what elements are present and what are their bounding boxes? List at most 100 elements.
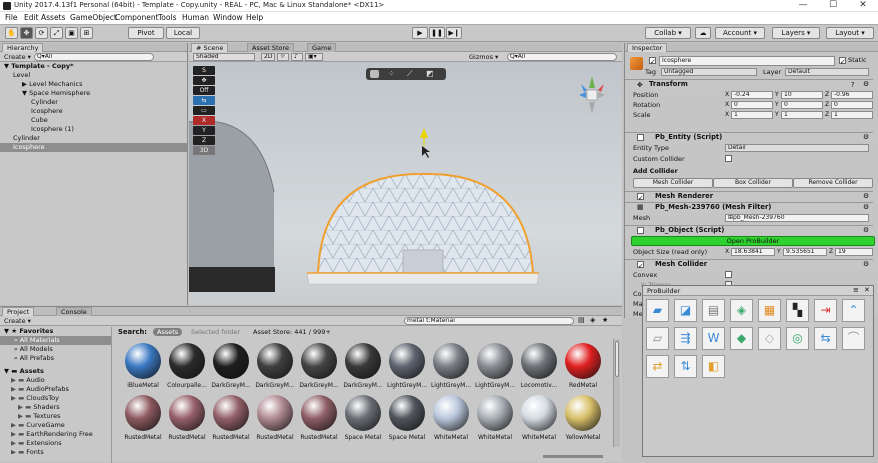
transform-z-input[interactable]: 1 (831, 111, 873, 119)
search-scope-assets[interactable]: Assets (153, 328, 183, 336)
material-thumbnail[interactable] (257, 343, 293, 379)
open-probuilder-button[interactable]: Open ProBuilder (631, 236, 875, 246)
pb-object-enable-checkbox[interactable] (637, 227, 644, 234)
menu-window[interactable]: Window (213, 13, 243, 22)
pb-object-component-header[interactable]: Pb_Object (Script) ⚙ (625, 225, 873, 235)
menu-gameobject[interactable]: GameObject (70, 13, 117, 22)
hierarchy-item[interactable]: Icosphere (0, 107, 187, 116)
material-thumbnail[interactable] (345, 395, 381, 431)
vertex-colors-icon[interactable]: ▦ (758, 299, 781, 322)
transform-tool-icon[interactable]: ⊞ (80, 27, 93, 39)
rect-tool-icon[interactable]: ▣ (65, 27, 78, 39)
face-mode-icon[interactable]: ◩ (426, 69, 434, 78)
mesh-collider-component-header[interactable]: ✓ Mesh Collider ⚙ (625, 259, 873, 270)
asset-folder-item[interactable]: ▶ ▬ CurveGame (0, 421, 111, 430)
material-thumbnail[interactable] (477, 395, 513, 431)
settings-gear-icon[interactable]: ⚙ (863, 260, 869, 269)
box-collider-button[interactable]: Box Collider (713, 178, 793, 188)
hierarchy-item[interactable]: ▶ Level Mechanics (0, 80, 187, 89)
edge-mode-icon[interactable]: ⟋ (407, 69, 413, 79)
maximize-button[interactable]: ☐ (820, 0, 846, 12)
material-thumbnail[interactable] (477, 343, 513, 379)
tab-asset-store[interactable]: Asset Store (247, 43, 295, 52)
settings-gear-icon[interactable]: ⚙ (863, 226, 869, 235)
transform-y-input[interactable]: 1 (781, 111, 823, 119)
mesh-filter-component-header[interactable]: ▦ Pb_Mesh-239760 (Mesh Filter) ⚙ (625, 202, 873, 212)
asset-folder-item[interactable]: ▶ ▬ AudioPrefabs (0, 385, 111, 394)
search-scope-selected-folder[interactable]: Selected folder (191, 328, 240, 336)
material-thumbnail[interactable] (301, 395, 337, 431)
new-poly-shape-icon[interactable]: ◪ (674, 299, 697, 322)
favorites-header[interactable]: ▼ ★ Favorites (0, 327, 111, 336)
extrude-icon[interactable]: ◆ (730, 327, 753, 350)
connect-icon[interactable]: ⇆ (814, 327, 837, 350)
new-shape-icon[interactable]: ▰ (646, 299, 669, 322)
menu-edit[interactable]: Edit (24, 13, 39, 22)
scene-tool-button[interactable]: 3D (193, 146, 215, 155)
layer-dropdown[interactable]: Default (785, 68, 869, 76)
menu-file[interactable]: File (5, 13, 18, 22)
material-thumbnail[interactable] (169, 343, 205, 379)
hierarchy-item[interactable]: Cube (0, 116, 187, 125)
hierarchy-search-input[interactable]: Q▾All (34, 53, 154, 61)
thumbnail-size-slider[interactable] (543, 455, 603, 458)
probuilder-menu-icon[interactable]: ≡ (853, 286, 859, 294)
asset-folder-item[interactable]: ▶ ▬ Shaders (0, 403, 111, 412)
project-create-button[interactable]: Create ▾ (4, 317, 31, 325)
conform-icon[interactable]: ⇅ (674, 355, 697, 378)
scene-tool-button[interactable]: Z (193, 136, 215, 145)
hierarchy-item[interactable]: ▼ Space Hemisphere (0, 89, 187, 98)
menu-human[interactable]: Human (182, 13, 209, 22)
assets-header[interactable]: ▼ ▬ Assets (0, 367, 111, 376)
menu-component[interactable]: Component (115, 13, 159, 22)
close-button[interactable]: ✕ (850, 0, 876, 12)
cloud-icon[interactable]: ☁ (695, 27, 711, 39)
local-toggle[interactable]: Local (166, 27, 200, 39)
remove-collider-button[interactable]: Remove Collider (793, 178, 873, 188)
tab-game[interactable]: Game (307, 43, 337, 52)
collapse-icon[interactable]: ◎ (786, 327, 809, 350)
audio-toggle-icon[interactable]: ♪ (291, 53, 303, 61)
convex-checkbox[interactable] (725, 271, 732, 278)
transform-x-input[interactable]: -0.24 (731, 91, 773, 99)
move-tool-icon[interactable]: ✥ (20, 27, 33, 39)
project-search-input[interactable]: metal t:Material (404, 317, 574, 325)
pb-entity-component-header[interactable]: Pb_Entity (Script) ⚙ (625, 132, 873, 142)
scene-tool-button[interactable]: ⇆ (193, 96, 215, 105)
material-thumbnail[interactable] (125, 343, 161, 379)
custom-collider-checkbox[interactable] (725, 155, 732, 162)
menu-help[interactable]: Help (246, 13, 263, 22)
scene-viewport[interactable]: S ✥ Off ⇆ ▭ X Y Z 3D ⁘ ⟋ ◩ (189, 62, 622, 305)
mesh-collider-enable-checkbox[interactable]: ✓ (637, 261, 644, 270)
transform-z-input[interactable]: 0 (831, 101, 873, 109)
layout-dropdown[interactable]: Layout ▾ (826, 27, 874, 39)
scene-tool-button[interactable]: ✥ (193, 76, 215, 85)
menu-tools[interactable]: Tools (158, 13, 176, 22)
settings-gear-icon[interactable]: ⚙ (863, 192, 869, 201)
step-button[interactable]: ▶❙ (446, 27, 462, 39)
transform-x-input[interactable]: 0 (731, 101, 773, 109)
mesh-renderer-enable-checkbox[interactable]: ✓ (637, 193, 644, 202)
bridge-icon[interactable]: ⌒ (842, 327, 865, 350)
transform-x-input[interactable]: 1 (731, 111, 773, 119)
object-mode-icon[interactable] (370, 70, 379, 78)
search-scope-asset-store[interactable]: Asset Store: 441 / 999+ (253, 328, 331, 336)
menu-assets[interactable]: Assets (41, 13, 65, 22)
filter-by-label-icon[interactable]: ◈ (590, 316, 595, 324)
asset-folder-item[interactable]: ▶ ▬ CloudsToy (0, 394, 111, 403)
transform-y-input[interactable]: 10 (781, 91, 823, 99)
pb-entity-enable-checkbox[interactable] (637, 134, 644, 141)
pivot-toggle[interactable]: Pivot (128, 27, 164, 39)
static-checkbox[interactable]: ✓ (839, 57, 846, 66)
tab-project[interactable]: Project (2, 307, 35, 316)
shading-dropdown[interactable]: Shaded (193, 53, 255, 61)
scene-tool-button[interactable]: Off (193, 86, 215, 95)
material-thumbnail[interactable] (433, 395, 469, 431)
material-thumbnail[interactable] (345, 343, 381, 379)
tab-hierarchy[interactable]: Hierarchy (2, 43, 44, 52)
material-thumbnail[interactable] (389, 395, 425, 431)
hierarchy-create-button[interactable]: Create ▾ (4, 53, 31, 61)
export-icon[interactable]: ◧ (702, 355, 725, 378)
transform-z-input[interactable]: -0.96 (831, 91, 873, 99)
play-button[interactable]: ▶ (412, 27, 428, 39)
